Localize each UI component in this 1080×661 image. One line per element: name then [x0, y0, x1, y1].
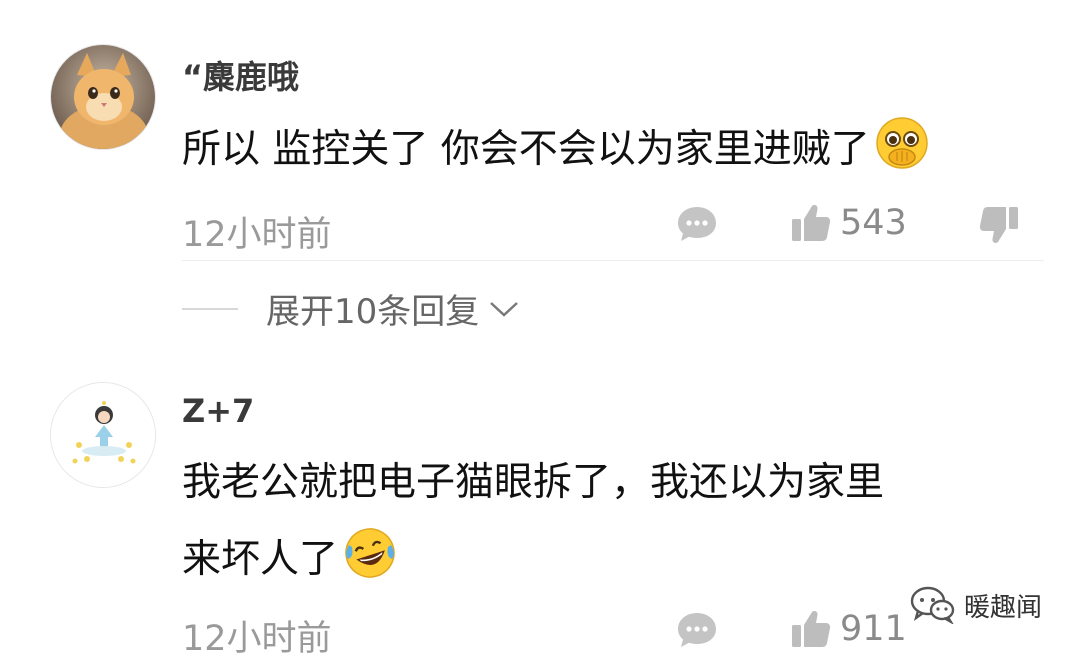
illustration-girl-avatar-image — [51, 383, 155, 487]
laughing-tears-emoji — [342, 525, 398, 598]
comment-time: 12小时前 — [182, 215, 332, 255]
like-count: 911 — [840, 609, 907, 649]
comment-text-line: 来坏人了 — [182, 537, 339, 582]
comment-bubble-icon — [678, 207, 716, 241]
thumbs-up-icon — [792, 611, 831, 647]
comment-text: 所以 监控关了 你会不会以为家里进贼了 — [182, 115, 930, 188]
username[interactable]: Z+7 — [182, 392, 254, 430]
wechat-icon — [910, 586, 955, 624]
thumbs-up-icon — [792, 205, 831, 241]
watermark: 暖趣闻 — [910, 586, 1042, 624]
like-button[interactable]: 911 — [790, 608, 907, 650]
comment-item: “麋鹿哦 所以 监控关了 你会不会以为家里进贼了 12小时前 543 展开10条… — [0, 0, 1080, 340]
expand-replies-button[interactable]: 展开10条回复 — [182, 284, 521, 333]
like-button[interactable]: 543 — [790, 202, 907, 244]
reply-button[interactable] — [676, 610, 718, 650]
pleading-face-emoji — [874, 115, 930, 188]
thumbs-down-icon — [979, 207, 1018, 243]
avatar[interactable] — [50, 44, 156, 150]
expand-replies-label: 展开10条回复 — [266, 292, 480, 332]
replies-line — [182, 307, 238, 310]
cat-avatar-image — [51, 45, 155, 149]
comment-text-line: 所以 监控关了 你会不会以为家里进贼了 — [182, 127, 870, 172]
reply-button[interactable] — [676, 204, 718, 244]
comment-text-line: 我老公就把电子猫眼拆了，我还以为家里 — [182, 460, 885, 505]
username[interactable]: “麋鹿哦 — [182, 52, 299, 98]
dislike-button[interactable] — [978, 204, 1020, 246]
like-count: 543 — [840, 203, 907, 243]
divider — [182, 260, 1044, 261]
comment-bubble-icon — [678, 613, 716, 647]
avatar[interactable] — [50, 382, 156, 488]
chevron-down-icon — [490, 301, 519, 317]
watermark-text: 暖趣闻 — [963, 592, 1042, 623]
comment-text: 我老公就把电子猫眼拆了，我还以为家里 来坏人了 — [182, 454, 884, 598]
comment-time: 12小时前 — [182, 619, 332, 659]
